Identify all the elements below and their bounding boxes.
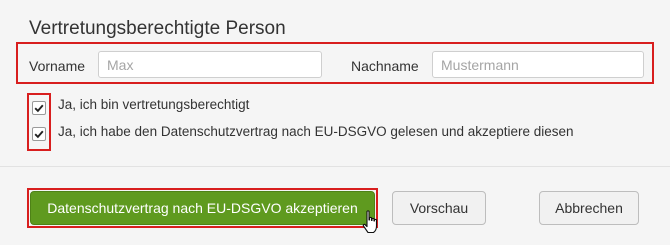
preview-button[interactable]: Vorschau xyxy=(392,191,486,225)
privacy-contract-checkbox-label[interactable]: Ja, ich habe den Datenschutzvertrag nach… xyxy=(58,124,574,139)
name-fields-group: Vorname Nachname xyxy=(16,42,654,84)
first-name-input[interactable] xyxy=(98,51,322,78)
last-name-label: Nachname xyxy=(351,58,419,74)
last-name-input[interactable] xyxy=(432,51,644,78)
hand-pointer-icon xyxy=(362,210,378,234)
authorized-checkbox-label[interactable]: Ja, ich bin vertretungsberechtigt xyxy=(58,97,249,112)
check-icon xyxy=(34,130,44,139)
accept-privacy-contract-button[interactable]: Datenschutzvertrag nach EU-DSGVO akzepti… xyxy=(30,191,375,225)
authorized-checkbox[interactable] xyxy=(32,101,46,115)
privacy-contract-checkbox[interactable] xyxy=(32,127,46,141)
checkbox-group-highlight xyxy=(27,93,51,151)
footer-divider xyxy=(0,166,670,167)
first-name-label: Vorname xyxy=(29,58,86,74)
section-title: Vertretungsberechtigte Person xyxy=(29,18,286,39)
cancel-button[interactable]: Abbrechen xyxy=(539,191,639,225)
check-icon xyxy=(34,104,44,113)
